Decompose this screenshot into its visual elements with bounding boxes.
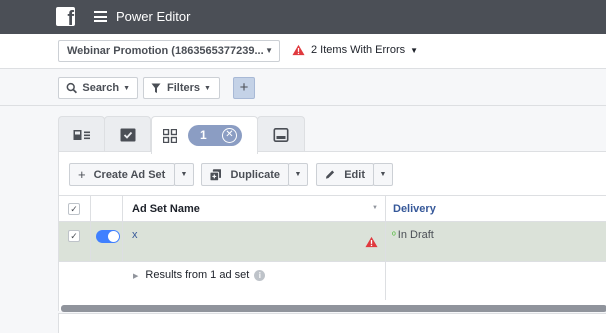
errors-dropdown[interactable]: 2 Items With Errors ▼ <box>292 44 418 56</box>
info-icon[interactable]: i <box>254 270 266 281</box>
warning-icon <box>292 44 305 56</box>
duplicate-label: Duplicate <box>230 168 280 181</box>
add-filter-button[interactable]: + <box>233 77 255 99</box>
logo-letter: f <box>67 8 74 26</box>
expand-triangle-icon[interactable]: ▶ <box>133 273 138 280</box>
search-button[interactable]: Search ▼ <box>58 77 138 99</box>
search-button-label: Search <box>82 82 120 94</box>
row-checkbox[interactable]: ✓ <box>68 230 80 242</box>
errors-label: 2 Items With Errors <box>311 44 406 56</box>
results-summary-label: Results from 1 ad set <box>145 269 250 281</box>
table-row[interactable]: ✓ x ᵒ In Draft <box>59 222 606 262</box>
ad-set-name-link[interactable]: x <box>132 229 138 241</box>
column-divider <box>90 196 91 221</box>
pencil-icon <box>325 170 335 179</box>
tab-ads[interactable]: 1 ✕ <box>151 116 258 154</box>
ad-preview-icon <box>273 128 289 142</box>
column-divider <box>122 196 123 221</box>
column-divider <box>385 196 386 221</box>
chevron-down-icon: ▼ <box>265 46 273 55</box>
edit-button[interactable]: Edit <box>316 163 374 186</box>
duplicate-button[interactable]: Duplicate <box>201 163 289 186</box>
chevron-down-icon: ▼ <box>123 84 130 92</box>
column-divider <box>385 222 386 261</box>
selection-count: 1 <box>200 128 207 142</box>
create-ad-set-button[interactable]: + Create Ad Set <box>69 163 175 186</box>
edit-options-dropdown[interactable]: ▼ <box>373 163 393 186</box>
duplicate-options-dropdown[interactable]: ▼ <box>288 163 308 186</box>
results-summary-row: ▶ Results from 1 ad set i <box>59 262 606 300</box>
search-icon <box>66 82 78 94</box>
account-bar: Webinar Promotion (1863565377239... ▼ 2 … <box>0 34 606 69</box>
draft-status-icon: ᵒ <box>392 230 396 241</box>
level-tabs: 1 ✕ <box>0 106 606 154</box>
delivery-status-label: In Draft <box>397 229 434 241</box>
ad-set-status-toggle[interactable] <box>96 230 120 243</box>
tab-campaigns[interactable] <box>58 116 105 153</box>
chevron-down-icon: ▼ <box>410 45 419 55</box>
select-all-checkbox[interactable]: ✓ <box>68 203 80 215</box>
edit-label: Edit <box>344 168 365 181</box>
scrollbar-thumb[interactable] <box>61 305 606 312</box>
tab-ad-preview[interactable] <box>257 116 305 153</box>
campaigns-icon <box>73 130 90 140</box>
ad-sets-panel: + Create Ad Set ▼ Duplicate ▼ Edit ▼ ✓ A… <box>58 151 606 312</box>
chevron-down-icon: ▼ <box>204 84 211 92</box>
campaign-selector-label: Webinar Promotion (1863565377239... <box>67 45 264 57</box>
create-options-dropdown[interactable]: ▼ <box>174 163 194 186</box>
column-divider <box>385 262 386 300</box>
filters-button[interactable]: Filters ▼ <box>143 77 220 99</box>
column-header-delivery[interactable]: Delivery <box>393 203 436 215</box>
create-ad-set-label: Create Ad Set <box>93 168 166 181</box>
filters-button-label: Filters <box>167 82 201 94</box>
app-title: Power Editor <box>116 9 191 24</box>
plus-icon: + <box>78 167 86 182</box>
facebook-logo-icon[interactable]: f <box>56 7 75 26</box>
ad-sets-icon <box>120 128 135 142</box>
tab-ad-sets[interactable] <box>104 116 151 153</box>
search-filter-bar: Search ▼ Filters ▼ + <box>0 70 606 106</box>
duplicate-icon <box>210 168 222 181</box>
ads-grid-icon <box>163 128 177 143</box>
campaign-selector[interactable]: Webinar Promotion (1863565377239... ▼ <box>58 40 280 62</box>
panel-footer <box>58 313 606 333</box>
column-header-name[interactable]: Ad Set Name <box>132 203 200 215</box>
warning-icon[interactable] <box>365 236 378 248</box>
column-divider <box>90 222 91 261</box>
results-summary[interactable]: ▶ Results from 1 ad set i <box>133 269 266 281</box>
column-divider <box>122 222 123 261</box>
filter-icon <box>151 83 161 93</box>
selection-count-pill[interactable]: 1 ✕ <box>188 125 242 146</box>
sort-caret-icon[interactable]: ▼ <box>372 205 378 211</box>
table-header: ✓ Ad Set Name ▼ Delivery <box>59 196 606 222</box>
hamburger-icon[interactable] <box>94 11 107 22</box>
delivery-status: ᵒ In Draft <box>392 229 434 241</box>
top-bar: f Power Editor <box>0 0 606 34</box>
horizontal-scrollbar[interactable] <box>61 305 606 312</box>
clear-selection-icon[interactable]: ✕ <box>222 128 237 143</box>
action-bar: + Create Ad Set ▼ Duplicate ▼ Edit ▼ <box>59 152 606 196</box>
